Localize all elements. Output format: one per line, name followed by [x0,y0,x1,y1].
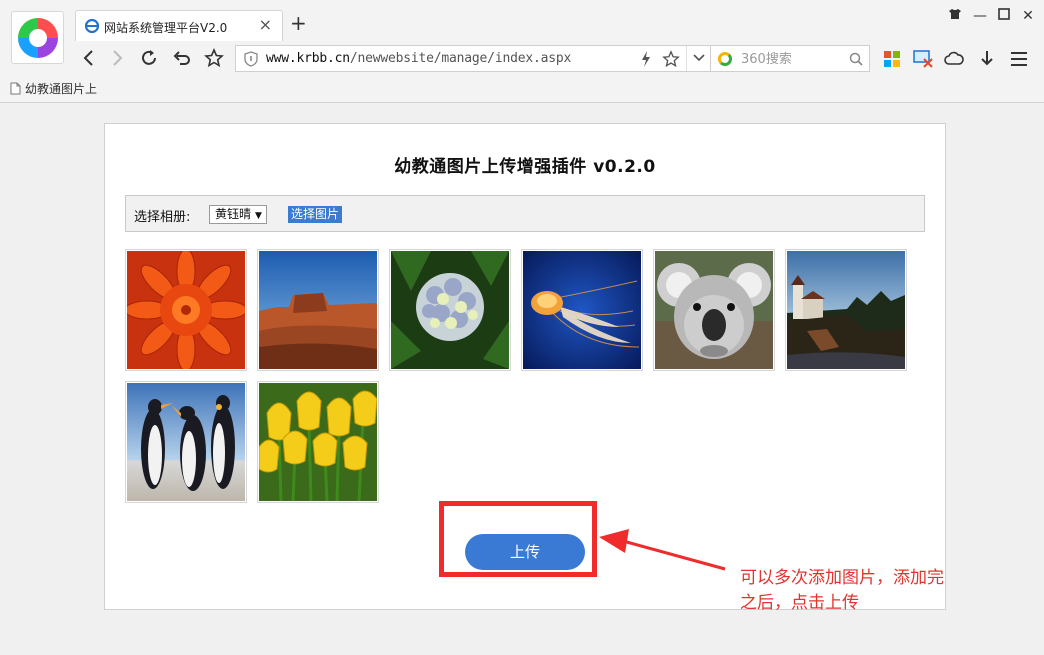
album-selected-value: 黄钰晴 [215,207,252,221]
back-icon[interactable] [76,45,102,71]
forward-icon[interactable] [104,45,130,71]
chevron-down-icon [693,54,705,62]
annotation-note: 可以多次添加图片，添加完 之后，点击上传 [740,566,1000,616]
search-icon[interactable] [849,52,863,66]
annotation-arrow-icon [599,529,726,571]
album-label: 选择相册: [134,210,191,225]
url-path: /newwebsite/manage/index.aspx [349,51,572,66]
browser-logo-icon[interactable] [11,11,64,64]
tab-title: 网站系统管理平台V2.0 [104,21,228,35]
page-title: 幼教通图片上传增强插件 v0.2.0 [394,157,656,177]
album-toolbar: 选择相册: 黄钰晴 ▼ 选择图片 [125,195,925,232]
apps-grid-icon[interactable] [881,48,903,70]
undo-icon[interactable] [169,45,195,71]
photo-hydrangeas[interactable] [389,249,511,371]
photo-koala[interactable] [653,249,775,371]
lightning-icon[interactable] [640,50,652,68]
upload-button[interactable]: 上传 [465,534,585,570]
new-tab-icon[interactable]: + [290,11,307,35]
photo-chrysanthemum[interactable] [125,249,247,371]
screenshot-icon[interactable] [912,48,934,70]
dropdown-arrow-icon: ▼ [255,211,262,221]
choose-images-button[interactable]: 选择图片 [288,206,343,223]
search-box[interactable] [711,45,870,72]
photo-lighthouse[interactable] [785,249,907,371]
search-engine-icon [718,52,732,66]
search-input[interactable] [741,49,846,69]
photo-desert[interactable] [257,249,379,371]
minimize-icon[interactable]: — [969,6,991,26]
photo-jellyfish[interactable] [521,249,643,371]
ie-favicon-icon [85,19,99,33]
browser-chrome: 网站系统管理平台V2.0 × + — ✕ www.krbb.cn/newwebs… [0,0,1044,103]
download-icon[interactable] [976,48,998,70]
album-select[interactable]: 黄钰晴 ▼ [209,205,267,224]
url-text: www.krbb.cn/newwebsite/manage/index.aspx [266,51,571,66]
menu-icon[interactable] [1008,48,1030,70]
close-window-icon[interactable]: ✕ [1017,6,1039,26]
bookmark-item[interactable]: 幼教通图片上 [10,80,97,98]
maximize-icon[interactable] [993,6,1015,26]
annotation-line-1: 可以多次添加图片，添加完 [740,568,944,588]
address-bar[interactable]: www.krbb.cn/newwebsite/manage/index.aspx [235,45,711,72]
tab-close-icon[interactable]: × [259,17,272,33]
photo-tulips[interactable] [257,381,379,503]
browser-tab[interactable]: 网站系统管理平台V2.0 × [75,10,283,41]
bookmark-star-icon[interactable] [662,50,680,68]
cloud-icon[interactable] [943,48,965,70]
security-shield-icon [244,51,258,67]
annotation-line-2: 之后，点击上传 [740,593,859,613]
skin-icon[interactable] [944,6,966,26]
bookmark-label: 幼教通图片上 [25,82,98,96]
favorite-star-icon[interactable] [201,45,227,71]
page-icon [10,82,21,95]
refresh-icon[interactable] [136,45,162,71]
url-domain: www.krbb.cn [266,51,350,66]
photo-penguins[interactable] [125,381,247,503]
address-dropdown[interactable] [686,46,710,71]
